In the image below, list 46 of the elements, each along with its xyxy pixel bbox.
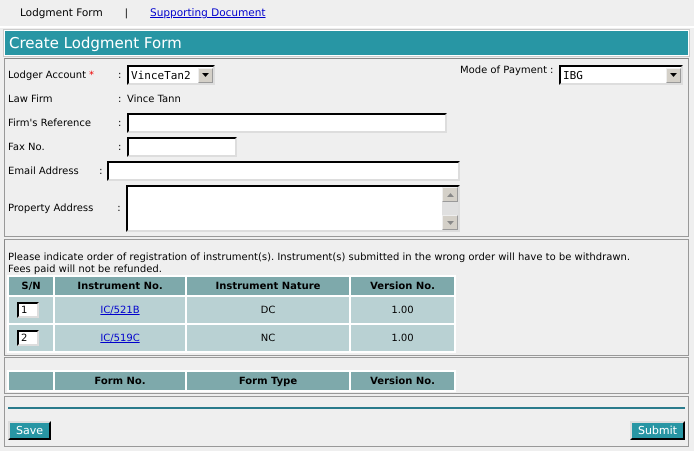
order-input[interactable]: 1 <box>17 302 39 318</box>
table-cell: 1.00 <box>351 297 454 323</box>
column-header: Form Type <box>187 372 349 390</box>
colon: : <box>117 203 122 214</box>
colon: : <box>118 94 122 104</box>
account-select[interactable]: VinceTan2 <box>127 65 215 85</box>
instruction-text: Please indicate order of registration of instrument(s). Instrument(s) submitted in the wrong order will have to be withdrawn. Fees paid will not be refunded. <box>8 252 632 275</box>
colon: : <box>118 142 122 152</box>
field-value: Vince Tann <box>127 94 181 104</box>
colon: : <box>99 166 104 176</box>
field-label: Law Firm <box>8 94 53 104</box>
caret-icon <box>670 73 677 77</box>
colon: : <box>118 118 122 128</box>
column-header: Instrument No. <box>55 277 185 295</box>
table-cell: DC <box>187 297 349 323</box>
caret-icon <box>202 73 209 77</box>
column-header: Instrument Nature <box>187 277 349 295</box>
table-cell: NC <box>187 325 349 351</box>
required-mark: * <box>89 70 94 80</box>
field-label: Fax No. <box>8 142 45 152</box>
field-label: Mode of Payment <box>460 65 548 77</box>
input-field[interactable] <box>127 137 237 157</box>
field-label: Property Address <box>8 203 94 214</box>
payment-select[interactable]: IBG <box>559 65 683 85</box>
colon: : <box>550 65 554 76</box>
field-label: Firm's Reference <box>8 118 91 128</box>
action-button[interactable]: Save <box>8 421 52 440</box>
tab[interactable]: Lodgment Form <box>20 7 103 19</box>
tab-separator: | <box>124 8 128 18</box>
action-button[interactable]: Submit <box>630 421 685 440</box>
input-field[interactable] <box>106 161 460 181</box>
tab[interactable]: Supporting Document <box>150 7 266 19</box>
column-header: Form No. <box>55 372 185 390</box>
column-header: Version No. <box>351 372 454 390</box>
order-input[interactable]: 2 <box>17 330 39 346</box>
instrument-link[interactable]: IC/521B <box>100 304 140 316</box>
column-header <box>9 372 53 390</box>
form-title: Create Lodgment Form <box>4 30 689 56</box>
input-field[interactable] <box>127 113 447 133</box>
field-label: Lodger Account <box>8 70 86 80</box>
table-cell: 1.00 <box>351 325 454 351</box>
colon: : <box>118 70 122 80</box>
column-header: Version No. <box>351 277 454 295</box>
field-label: Email Address <box>8 166 79 176</box>
instrument-link[interactable]: IC/519C <box>100 332 140 344</box>
column-header: S/N <box>9 277 53 295</box>
